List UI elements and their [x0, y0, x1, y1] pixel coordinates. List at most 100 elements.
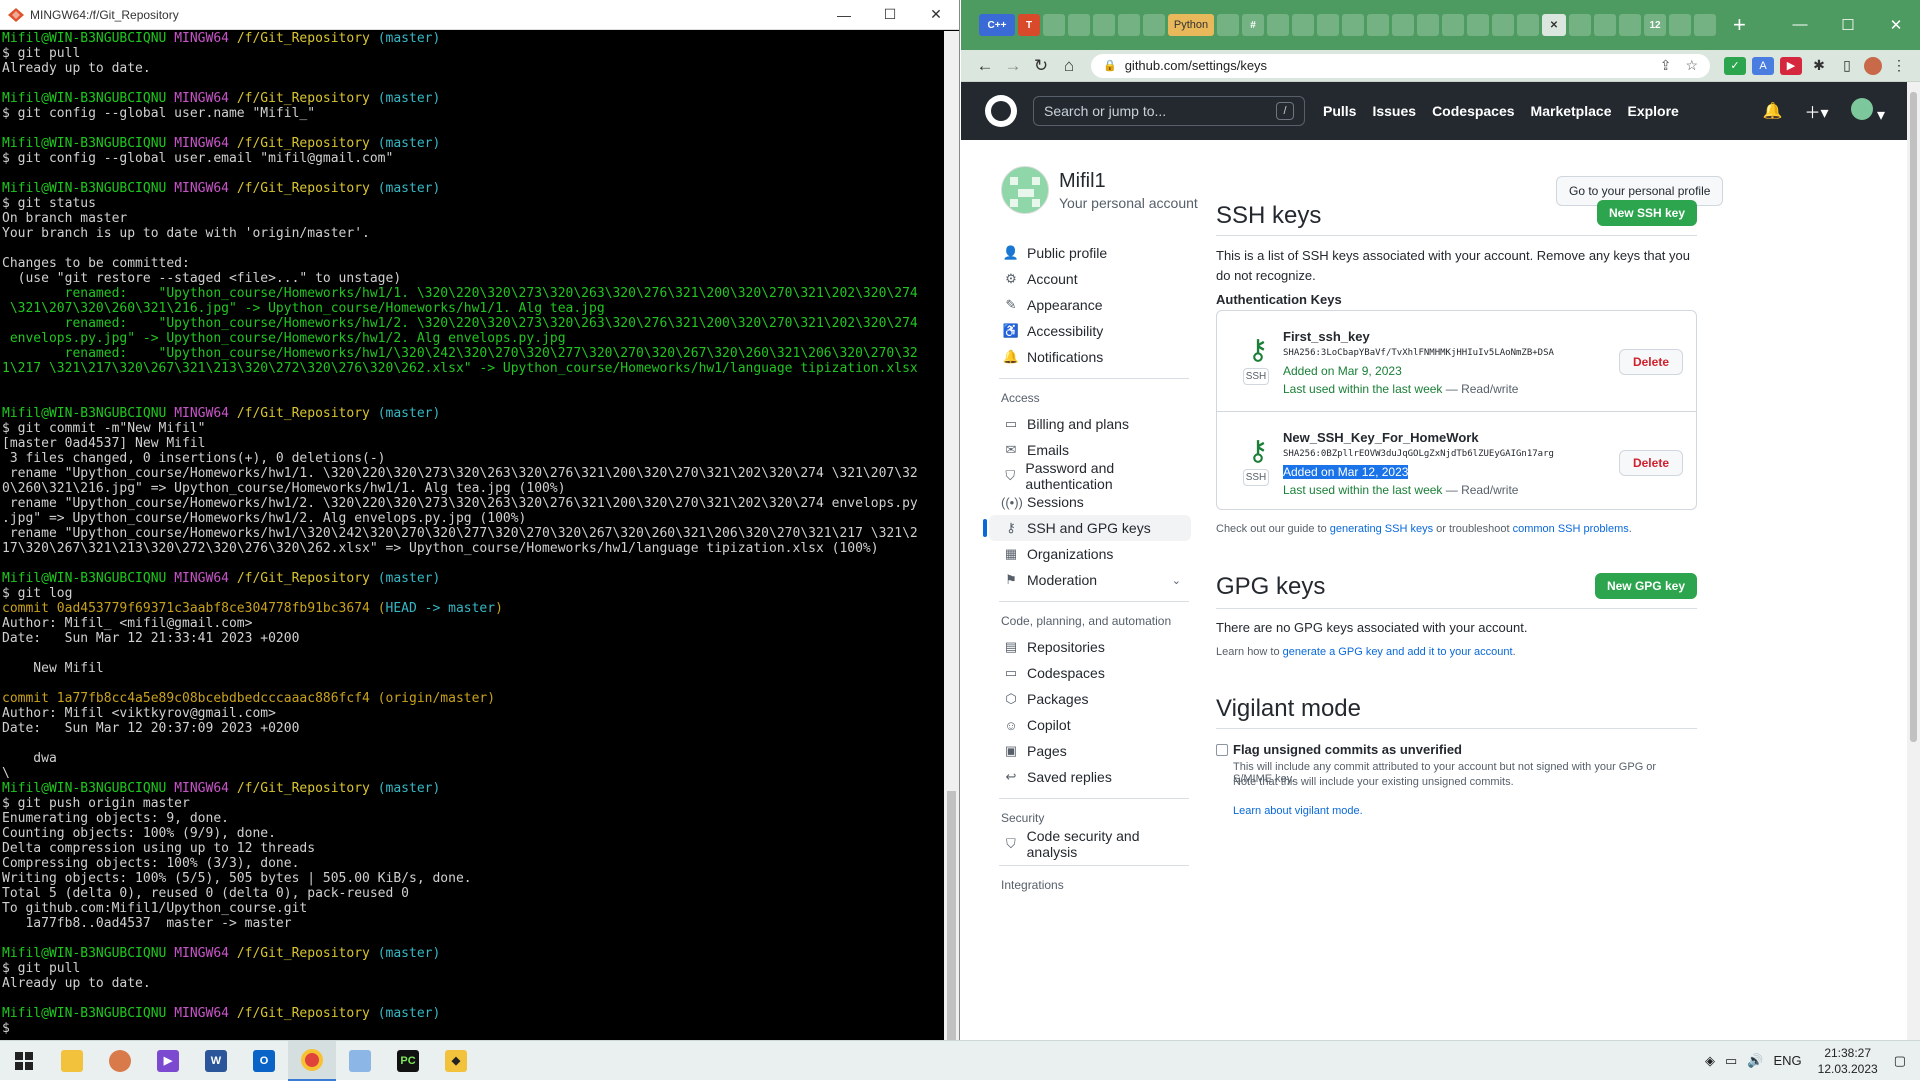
home-icon[interactable]: ⌂ [1055, 56, 1083, 76]
sidebar-item-pages[interactable]: ▣ Pages [989, 738, 1191, 764]
avatar[interactable] [1001, 166, 1049, 214]
extensions-puzzle-icon[interactable]: ✱ [1808, 57, 1830, 75]
start-button[interactable] [0, 1041, 48, 1081]
browser-tab[interactable] [1342, 14, 1364, 36]
user-avatar[interactable]: ▾ [1850, 97, 1885, 125]
address-bar[interactable]: 🔒 github.com/settings/keys ⇪ ☆ [1091, 53, 1710, 78]
share-icon[interactable]: ⇪ [1660, 57, 1672, 74]
generating-ssh-keys-link[interactable]: generating SSH keys [1330, 523, 1433, 535]
chevron-down-icon[interactable]: ⌄ [1172, 574, 1181, 587]
maximize-button[interactable]: ☐ [1824, 16, 1872, 34]
browser-tab[interactable] [1367, 14, 1389, 36]
browser-tab[interactable] [1392, 14, 1414, 36]
sidebar-item-account[interactable]: ⚙ Account [989, 266, 1191, 292]
browser-tab[interactable] [1492, 14, 1514, 36]
sidebar-item-billing-and-plans[interactable]: ▭ Billing and plans [989, 411, 1191, 437]
clock[interactable]: 21:38:27 12.03.2023 [1818, 1045, 1878, 1077]
new-tab-button[interactable]: + [1733, 12, 1746, 38]
extension-translate-icon[interactable]: A [1752, 56, 1774, 75]
tray-app-icon[interactable]: ◈ [1705, 1053, 1715, 1069]
browser-tab[interactable] [1517, 14, 1539, 36]
new-ssh-key-button[interactable]: New SSH key [1596, 200, 1697, 226]
sidebar-item-notifications[interactable]: 🔔 Notifications [989, 344, 1191, 370]
browser-tab[interactable] [1068, 14, 1090, 36]
profile-avatar-icon[interactable] [1864, 56, 1882, 75]
browser-tab[interactable] [1442, 14, 1464, 36]
terminal-window[interactable]: MINGW64:/f/Git_Repository — ☐ ✕ Mifil@WI… [0, 0, 960, 1041]
browser-tab[interactable] [1594, 14, 1616, 36]
sidebar-item-packages[interactable]: ⬡ Packages [989, 686, 1191, 712]
browser-tab[interactable]: # [1242, 14, 1264, 36]
delete-key-button[interactable]: Delete [1618, 349, 1683, 375]
browser-tab[interactable]: T [1018, 14, 1040, 36]
delete-key-button[interactable]: Delete [1618, 450, 1683, 476]
file-explorer-icon[interactable] [48, 1041, 96, 1081]
git-bash-icon[interactable]: ◆ [432, 1041, 480, 1081]
menu-kebab-icon[interactable]: ⋮ [1888, 57, 1910, 75]
browser-tab[interactable] [1143, 14, 1165, 36]
browser-tab[interactable] [1267, 14, 1289, 36]
browser-window[interactable]: C++ T Python # ✕ 12 + — ☐ ✕ ← → ↻ ⌂ 🔒 github.… [961, 0, 1920, 1040]
extension-shield-icon[interactable]: ✓ [1724, 56, 1746, 75]
sidebar-item-codespaces[interactable]: ▭ Codespaces [989, 660, 1191, 686]
sidebar-item-appearance[interactable]: ✎ Appearance [989, 292, 1191, 318]
sidebar-item-copilot[interactable]: ☺ Copilot [989, 712, 1191, 738]
browser-tab[interactable] [1043, 14, 1065, 36]
browser-tab[interactable] [1317, 14, 1339, 36]
new-gpg-key-button[interactable]: New GPG key [1594, 573, 1697, 599]
sidepanel-icon[interactable]: ▯ [1836, 57, 1858, 75]
active-tab-close-button[interactable]: ✕ [1542, 14, 1566, 36]
sidebar-item-accessibility[interactable]: ♿ Accessibility [989, 318, 1191, 344]
browser-tab[interactable]: Python [1168, 14, 1214, 36]
reload-icon[interactable]: ↻ [1027, 56, 1055, 76]
notifications-icon[interactable]: ▢ [1894, 1053, 1906, 1069]
browser-tab[interactable] [1669, 14, 1691, 36]
terminal-scrollbar[interactable] [944, 31, 959, 1041]
generate-gpg-key-link[interactable]: generate a GPG key and add it to your ac… [1283, 646, 1513, 658]
notepad-icon[interactable] [336, 1041, 384, 1081]
browser-tab[interactable] [1217, 14, 1239, 36]
pycharm-icon[interactable]: PC [384, 1041, 432, 1081]
browser-tab[interactable] [1118, 14, 1140, 36]
sidebar-item-moderation[interactable]: ⚑ Moderation ⌄ [989, 567, 1191, 593]
vigilant-learn-link[interactable]: Learn about vigilant mode. [1233, 805, 1363, 817]
terminal-output[interactable]: Mifil@WIN-B3NGUBCIQNU MINGW64 /f/Git_Rep… [0, 31, 945, 1040]
scrollbar-thumb[interactable] [1910, 92, 1917, 742]
scrollbar-thumb[interactable] [947, 791, 956, 1041]
lock-icon[interactable]: 🔒 [1103, 59, 1117, 72]
volume-icon[interactable]: 🔊 [1747, 1053, 1763, 1069]
flag-unsigned-checkbox[interactable] [1216, 744, 1228, 756]
browser-tab[interactable] [1569, 14, 1591, 36]
close-button[interactable]: ✕ [1872, 16, 1920, 34]
sidebar-item-repositories[interactable]: ▤ Repositories [989, 634, 1191, 660]
url-text[interactable]: github.com/settings/keys [1125, 58, 1267, 73]
sidebar-item-organizations[interactable]: ▦ Organizations [989, 541, 1191, 567]
word-icon[interactable]: W [192, 1041, 240, 1081]
bookmark-star-icon[interactable]: ☆ [1685, 57, 1698, 74]
browser-tab[interactable]: C++ [979, 14, 1015, 36]
plus-dropdown-icon[interactable]: ＋▾ [1804, 99, 1828, 123]
browser-tab[interactable] [1093, 14, 1115, 36]
language-indicator[interactable]: ENG [1773, 1053, 1801, 1068]
minimize-button[interactable]: — [1776, 16, 1824, 34]
sidebar-item-password-and-authentication[interactable]: ⛉ Password and authentication [989, 460, 1191, 492]
browser-tab[interactable] [1694, 14, 1716, 36]
sidebar-item-code-security-and-analysis[interactable]: ⛉ Code security and analysis [989, 828, 1191, 860]
browser-tab[interactable] [1467, 14, 1489, 36]
nav-explore[interactable]: Explore [1627, 103, 1678, 119]
sidebar-item-ssh-and-gpg-keys[interactable]: ⚷ SSH and GPG keys [983, 515, 1191, 541]
page-scrollbar[interactable] [1907, 82, 1920, 1040]
flag-unsigned-label[interactable]: Flag unsigned commits as unverified [1233, 740, 1462, 760]
nav-issues[interactable]: Issues [1372, 103, 1416, 119]
nav-pulls[interactable]: Pulls [1323, 103, 1356, 119]
sidebar-item-saved-replies[interactable]: ↩ Saved replies [989, 764, 1191, 790]
extension-video-icon[interactable]: ▶ [1780, 56, 1802, 75]
sidebar-item-public-profile[interactable]: 👤 Public profile [989, 240, 1191, 266]
search-input[interactable]: Search or jump to... / [1033, 96, 1305, 126]
browser-tab[interactable] [1417, 14, 1439, 36]
chrome-icon[interactable] [288, 1040, 336, 1081]
forward-icon[interactable]: → [999, 56, 1027, 76]
common-ssh-problems-link[interactable]: common SSH problems [1513, 523, 1629, 535]
sidebar-item-sessions[interactable]: ((•)) Sessions [989, 489, 1191, 515]
github-logo-icon[interactable] [985, 95, 1017, 127]
